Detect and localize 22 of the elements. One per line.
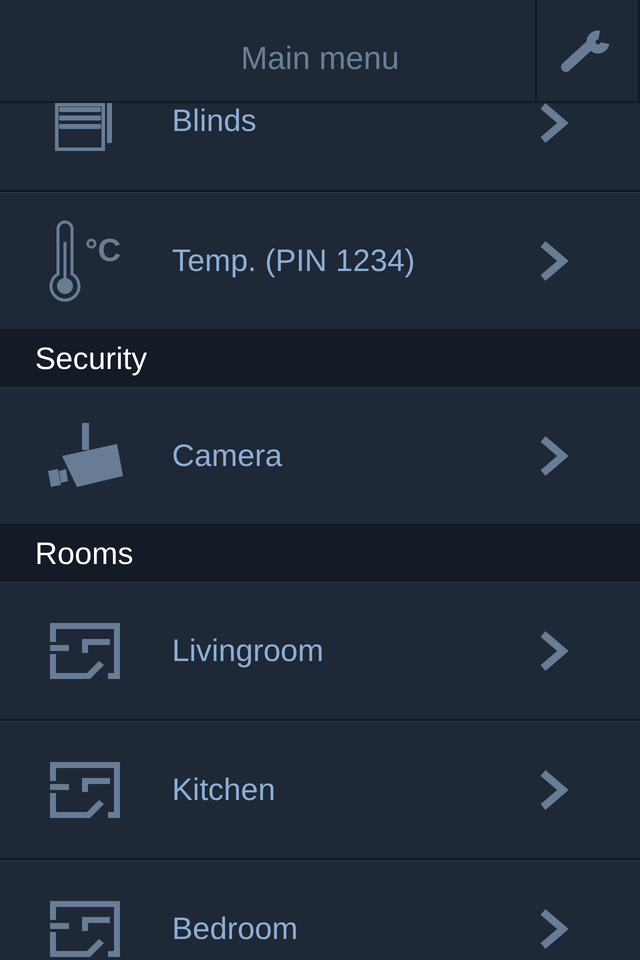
floor-plan-icon [50,901,120,957]
menu-item[interactable]: Livingroom [0,582,640,721]
menu-item[interactable]: °C Temp. (PIN 1234) [0,192,640,331]
chevron-right-icon [540,909,568,949]
chevron-right-icon [540,103,568,143]
camera-icon [48,423,124,489]
unit-label: °C [85,234,121,266]
menu-item[interactable]: Kitchen [0,721,640,860]
chevron-right-icon [540,436,568,476]
settings-button[interactable] [535,0,640,101]
section-title: Rooms [35,536,134,572]
blinds-icon [55,103,112,151]
section-title: Security [35,341,147,377]
chevron-right-icon [540,631,568,671]
thermometer-icon [48,220,82,302]
menu-item[interactable]: Camera [0,387,640,526]
header-title: Main menu [240,40,400,77]
menu-item[interactable]: Bedroom [0,860,640,960]
chevron-right-icon [540,241,568,281]
floor-plan-icon [50,623,120,679]
floor-plan-icon [50,762,120,818]
chevron-right-icon [540,770,568,810]
